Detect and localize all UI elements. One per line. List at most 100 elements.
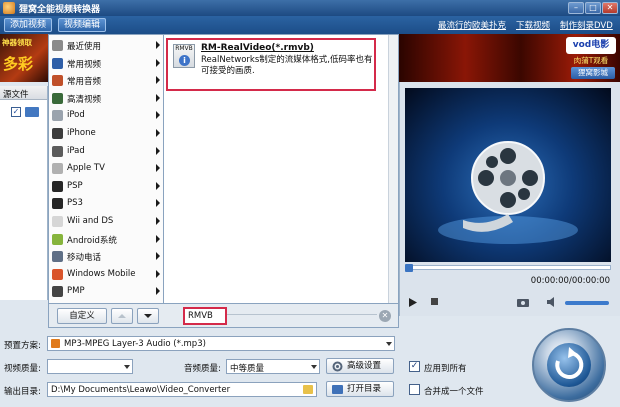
menu-item[interactable]: Apple TV [49,160,163,178]
file-checkbox[interactable]: ✓ [11,107,21,117]
menu-item-label: iPad [67,145,85,156]
maximize-button[interactable]: □ [585,2,601,14]
apply-all-checkbox[interactable]: ✓ [409,361,420,372]
burn-dvd-link[interactable]: 制作刻录DVD [560,19,613,31]
search-underline [227,314,377,315]
preset-value: MP3-MPEG Layer-3 Audio (*.mp3) [64,339,206,349]
ipod-icon [52,110,63,122]
open-directory-label: 打开目录 [347,384,382,394]
merge-files-checkbox[interactable] [409,384,420,395]
format-title: RM-RealVideo(*.rmvb) [201,43,314,53]
advanced-settings-button[interactable]: 高级设置 [326,358,394,374]
video-file-icon [25,107,39,117]
ad-left-caption: 神器领取 [2,38,32,47]
menu-item[interactable]: PS3 [49,195,163,213]
advanced-settings-label: 高级设置 [347,361,382,371]
menu-item[interactable]: 最近使用 [49,37,163,55]
edit-video-button[interactable]: 视频编辑 [58,18,107,32]
menu-item-label: Apple TV [67,163,105,174]
preview-controls [405,295,611,311]
menu-item-label: iPod [67,110,85,121]
format-list-scrollbar[interactable] [388,35,398,303]
add-video-button[interactable]: 添加视频 [4,18,53,32]
chevron-right-icon [156,58,160,67]
menu-item-label: iPhone [67,128,96,138]
ad-banner-left[interactable]: 神器领取 多彩 [0,34,48,82]
video-icon [52,57,63,69]
play-icon[interactable] [409,298,417,310]
close-button[interactable]: ✕ [602,2,618,14]
minimize-button[interactable]: – [568,2,584,14]
android-icon [52,233,63,245]
chevron-right-icon [156,181,160,190]
menu-item[interactable]: iPhone [49,125,163,143]
video-quality-dropdown[interactable] [47,359,133,374]
chevron-right-icon [156,76,160,85]
menu-item-label: 移动电话 [67,253,102,264]
ad-banner-right[interactable]: vod电影 肉蒲T观看 狸窝影城 [399,34,620,82]
convert-arrow-icon [547,343,591,387]
menu-item[interactable]: 常用音频 [49,72,163,90]
settings-icon [332,361,343,377]
menu-item[interactable]: PSP [49,178,163,196]
audio-quality-value: 中等质量 [230,364,265,374]
file-list-header: 源文件 [0,86,47,100]
preset-label: 预置方案: [4,341,41,351]
ps3-icon [52,198,63,210]
pmp-icon [52,286,63,298]
clear-search-icon[interactable]: ✕ [379,310,391,322]
menu-item-label: PS3 [67,198,83,209]
format-list-pane: RMVB i RM-RealVideo(*.rmvb) RealNetworks… [164,34,399,304]
menu-item[interactable]: iPad [49,143,163,161]
custom-format-button[interactable]: 自定义 [57,308,107,324]
menu-item[interactable]: Windows Mobile [49,266,163,284]
camera-icon[interactable] [517,297,531,310]
menu-item-label: PSP [67,180,83,191]
chevron-right-icon [156,252,160,261]
rmvb-format-item[interactable]: RMVB i RM-RealVideo(*.rmvb) RealNetworks… [166,38,376,91]
menu-item-label: 最近使用 [67,42,102,52]
audio-quality-dropdown[interactable]: 中等质量 [226,359,320,374]
chevron-right-icon [156,217,160,225]
menu-item-label: Wii and DS [67,216,114,226]
preset-dropdown[interactable]: MP3-MPEG Layer-3 Audio (*.mp3) [47,336,395,351]
audio-format-icon [51,339,60,348]
format-search-input[interactable]: RMVB [183,307,227,325]
preview-time-display: 00:00:00/00:00:00 [530,276,610,286]
progress-knob[interactable] [405,264,413,272]
preview-progress-bar[interactable] [405,264,611,272]
download-video-link[interactable]: 下载视频 [516,19,550,31]
arrow-down-icon [144,314,152,318]
realplayer-icon: i [179,55,190,66]
open-directory-button[interactable]: 打开目录 [326,381,394,397]
hot-drama-link[interactable]: 最流行的欧美扑克 [438,19,506,31]
folder-icon[interactable] [303,385,313,394]
ad-right-button[interactable]: 狸窝影城 [571,67,615,79]
convert-button[interactable] [532,328,606,402]
output-dir-input[interactable]: D:\My Documents\Leawo\Video_Converter [47,382,317,397]
menu-item[interactable]: 移动电话 [49,248,163,266]
menu-item[interactable]: iPod [49,107,163,125]
volume-slider[interactable] [565,301,609,305]
chevron-right-icon [156,111,160,120]
menu-item[interactable]: PMP [49,283,163,301]
stop-icon[interactable] [431,298,439,309]
title-bar: 狸窝全能视频转换器 – □ ✕ [0,0,620,16]
format-menu-footer: 自定义 RMVB ✕ [48,304,399,328]
menu-item-label: Windows Mobile [67,268,136,279]
phone-icon [52,251,63,263]
chevron-right-icon [156,164,160,173]
chevron-right-icon [156,146,160,155]
move-up-button[interactable] [111,308,133,324]
move-down-button[interactable] [137,308,159,324]
file-row[interactable]: ✓ [8,106,46,118]
menu-item[interactable]: Wii and DS [49,213,163,231]
menu-item[interactable]: Android系统 [49,231,163,249]
toolbar: 添加视频 视频编辑 最流行的欧美扑克 下载视频 制作刻录DVD [0,16,620,34]
chevron-down-icon [386,342,392,346]
menu-item-label: 常用视频 [67,59,102,70]
menu-item[interactable]: 常用视频 [49,55,163,73]
window-title: 狸窝全能视频转换器 [19,5,101,15]
volume-icon[interactable] [547,297,559,310]
menu-item[interactable]: 高清视频 [49,90,163,108]
